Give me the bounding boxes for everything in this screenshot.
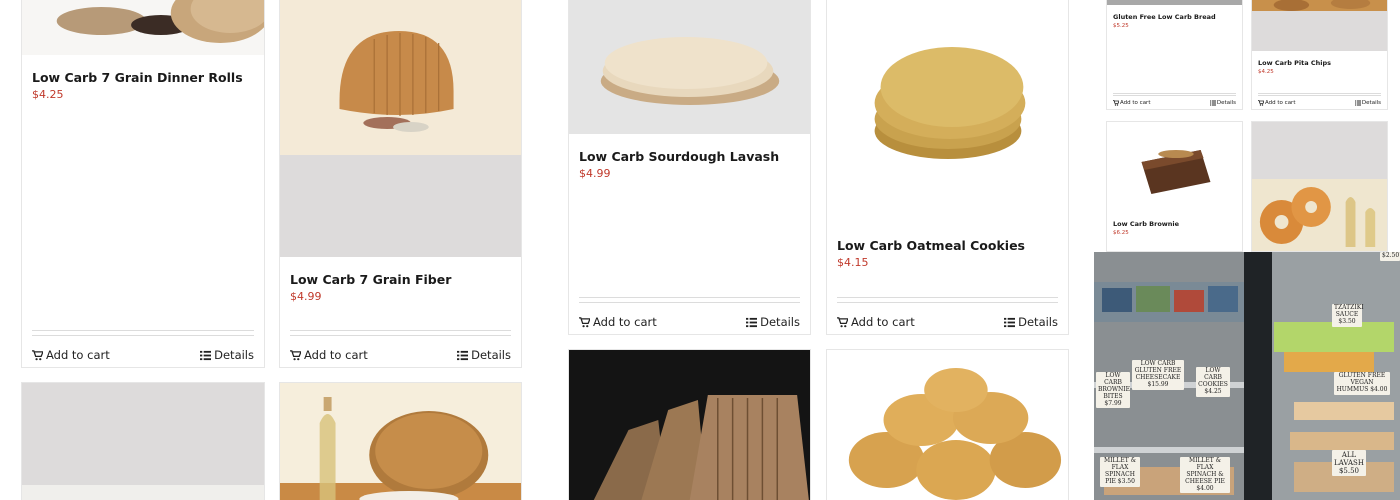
list-icon (1004, 317, 1016, 327)
product-card: Low Carb 7 Grain Dinner Rolls $4.25 Add … (21, 0, 265, 368)
product-card: Low Carb Sourdough Lavash $4.99 Add to c… (568, 0, 811, 335)
product-card (1251, 121, 1388, 252)
price-tag: MILLET & FLAX SPINACH PIE $3.50 (1100, 457, 1140, 487)
product-card: Gluten Free Low Carb Bread $5.25 Add to … (1106, 0, 1243, 110)
shopping-cart-icon (579, 316, 590, 327)
product-card: Low Carb Brownie $6.25 (1106, 121, 1243, 252)
shopping-cart-icon (290, 349, 301, 360)
product-name[interactable]: Low Carb 7 Grain Fiber (290, 272, 511, 287)
add-to-cart-label: Add to cart (1120, 100, 1151, 106)
add-to-cart-label: Add to cart (304, 348, 368, 362)
price-tag: GLUTEN FREE VEGAN HUMMUS $4.00 (1334, 372, 1390, 395)
price-tag: LOW CARB BROWNIE BITES $7.99 (1096, 372, 1131, 409)
add-to-cart-button[interactable]: Add to cart (290, 348, 368, 362)
add-to-cart-button[interactable]: Add to cart (1113, 100, 1150, 106)
list-icon (457, 350, 469, 360)
add-to-cart-button[interactable]: Add to cart (1258, 100, 1295, 106)
details-label: Details (1361, 100, 1381, 106)
add-to-cart-label: Add to cart (46, 348, 110, 362)
card-actions: Add to cart Details (837, 297, 1058, 334)
product-card: Low Carb Pita Chips $4.25 Add to cart De… (1251, 0, 1388, 110)
product-image[interactable] (827, 350, 1068, 500)
product-image[interactable] (569, 0, 810, 134)
product-image[interactable] (569, 350, 810, 500)
product-card: Low Carb Oatmeal Cookies $4.15 Add to ca… (826, 0, 1069, 335)
product-card (826, 349, 1069, 500)
details-button[interactable]: Details (1209, 100, 1236, 106)
details-label: Details (1216, 100, 1236, 106)
details-button[interactable]: Details (457, 348, 511, 362)
product-image[interactable] (280, 0, 521, 257)
product-image[interactable] (827, 0, 1068, 223)
product-image[interactable] (1107, 122, 1242, 212)
product-name[interactable]: Low Carb 7 Grain Dinner Rolls (32, 70, 254, 85)
shopping-cart-icon (1258, 100, 1264, 106)
add-to-cart-label: Add to cart (1265, 100, 1296, 106)
add-to-cart-label: Add to cart (851, 315, 915, 329)
product-name[interactable]: Low Carb Pita Chips (1258, 59, 1381, 67)
store-fridge-image[interactable]: TZATZIKI SAUCE $3.50 LOW CARB COOKIES $4… (1094, 252, 1400, 500)
details-button[interactable]: Details (1354, 100, 1381, 106)
product-name[interactable]: Gluten Free Low Carb Bread (1113, 13, 1236, 21)
card-actions: Add to cart Details (32, 330, 254, 367)
product-image[interactable] (1107, 0, 1242, 5)
product-name[interactable]: Low Carb Oatmeal Cookies (837, 238, 1058, 253)
card-actions: Add to cart Details (290, 330, 511, 367)
product-image[interactable] (1252, 122, 1387, 251)
details-label: Details (760, 315, 800, 329)
product-card: Low Carb 7 Grain Fiber $4.99 Add to cart… (279, 0, 522, 368)
price-tag: LOW CARB GLUTEN FREE CHEESECAKE $15.99 (1132, 360, 1184, 390)
details-button[interactable]: Details (200, 348, 254, 362)
product-name[interactable]: Low Carb Sourdough Lavash (579, 149, 800, 164)
card-actions: Add to cart Details (579, 297, 800, 334)
product-image[interactable] (1252, 0, 1387, 51)
product-price: $5.25 (1113, 23, 1129, 29)
product-price: $4.99 (290, 290, 322, 303)
product-price: $4.25 (1258, 69, 1274, 75)
list-icon (200, 350, 212, 360)
details-button[interactable]: Details (746, 315, 800, 329)
add-to-cart-button[interactable]: Add to cart (579, 315, 657, 329)
price-tag: TZATZIKI SAUCE $3.50 (1332, 304, 1364, 327)
price-tag: LOW CARB COOKIES $4.25 (1196, 367, 1230, 397)
product-card (568, 349, 811, 500)
shopping-cart-icon (1113, 100, 1119, 106)
product-card (21, 382, 265, 500)
product-image[interactable] (22, 0, 264, 55)
product-grid-page: Low Carb 7 Grain Dinner Rolls $4.25 Add … (0, 0, 1400, 500)
card-actions: Add to cart Details (1113, 93, 1236, 109)
product-price: $4.15 (837, 256, 869, 269)
add-to-cart-label: Add to cart (593, 315, 657, 329)
product-price: $4.99 (579, 167, 611, 180)
shopping-cart-icon (837, 316, 848, 327)
details-label: Details (214, 348, 254, 362)
product-image[interactable] (22, 383, 264, 500)
product-price: $4.25 (32, 88, 64, 101)
price-tag: $2.50 (1380, 252, 1400, 261)
details-button[interactable]: Details (1004, 315, 1058, 329)
product-price: $6.25 (1113, 230, 1129, 236)
list-icon (1209, 100, 1216, 106)
shopping-cart-icon (32, 349, 43, 360)
product-name[interactable]: Low Carb Brownie (1113, 220, 1236, 228)
add-to-cart-button[interactable]: Add to cart (32, 348, 110, 362)
price-tag: ALL LAVASH $5.50 (1332, 450, 1366, 477)
product-image[interactable] (280, 383, 521, 500)
price-tag: MILLET & FLAX SPINACH & CHEESE PIE $4.00 (1180, 457, 1230, 494)
list-icon (1354, 100, 1361, 106)
add-to-cart-button[interactable]: Add to cart (837, 315, 915, 329)
details-label: Details (471, 348, 511, 362)
list-icon (746, 317, 758, 327)
card-actions: Add to cart Details (1258, 93, 1381, 109)
details-label: Details (1018, 315, 1058, 329)
product-card (279, 382, 522, 500)
